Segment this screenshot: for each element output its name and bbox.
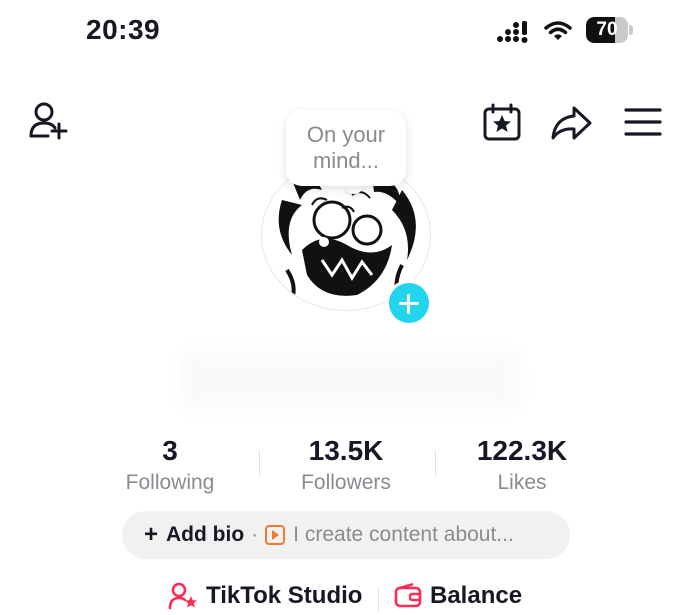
stat-divider [259,450,260,476]
share-icon [551,106,592,140]
tiktok-studio-link[interactable]: TikTok Studio [168,582,362,610]
wallet-icon [394,583,422,608]
followers-count: 13.5K [308,435,384,466]
stat-followers[interactable]: 13.5K Followers [261,436,431,498]
calendar-button[interactable] [482,102,522,142]
likes-count: 122.3K [476,435,568,466]
balance-label: Balance [430,582,523,609]
thought-bubble[interactable]: On your mind... [286,110,406,186]
stat-following[interactable]: 3 Following [85,436,255,498]
battery-icon: 70 [586,17,634,43]
cellular-signal-icon [496,20,530,44]
creator-star-icon [168,582,197,610]
battery-percentage: 70 [596,19,618,40]
menu-button[interactable] [624,106,662,138]
likes-label: Likes [497,471,547,494]
add-story-button[interactable] [386,280,432,326]
status-time: 20:39 [86,14,161,45]
play-icon [265,525,286,545]
blurred-username [180,350,520,410]
menu-icon [624,108,662,136]
bio-separator: · [251,523,259,546]
stat-divider [435,450,436,476]
calendar-star-icon [483,103,521,141]
links-divider [378,588,379,612]
followers-label: Followers [301,471,391,494]
following-label: Following [125,471,215,494]
plus-icon: + [144,521,159,548]
add-bio-button[interactable]: + Add bio · I create content about... [122,511,570,559]
balance-link[interactable]: Balance [394,582,522,610]
add-friend-button[interactable] [28,100,70,142]
wifi-icon [544,20,572,42]
add-bio-label: Add bio [166,523,245,546]
add-friend-icon [29,102,68,140]
bio-placeholder: I create content about... [293,523,514,546]
share-button[interactable] [550,104,592,142]
stat-likes[interactable]: 122.3K Likes [437,436,607,498]
following-count: 3 [162,435,178,466]
tiktok-studio-label: TikTok Studio [206,582,363,609]
